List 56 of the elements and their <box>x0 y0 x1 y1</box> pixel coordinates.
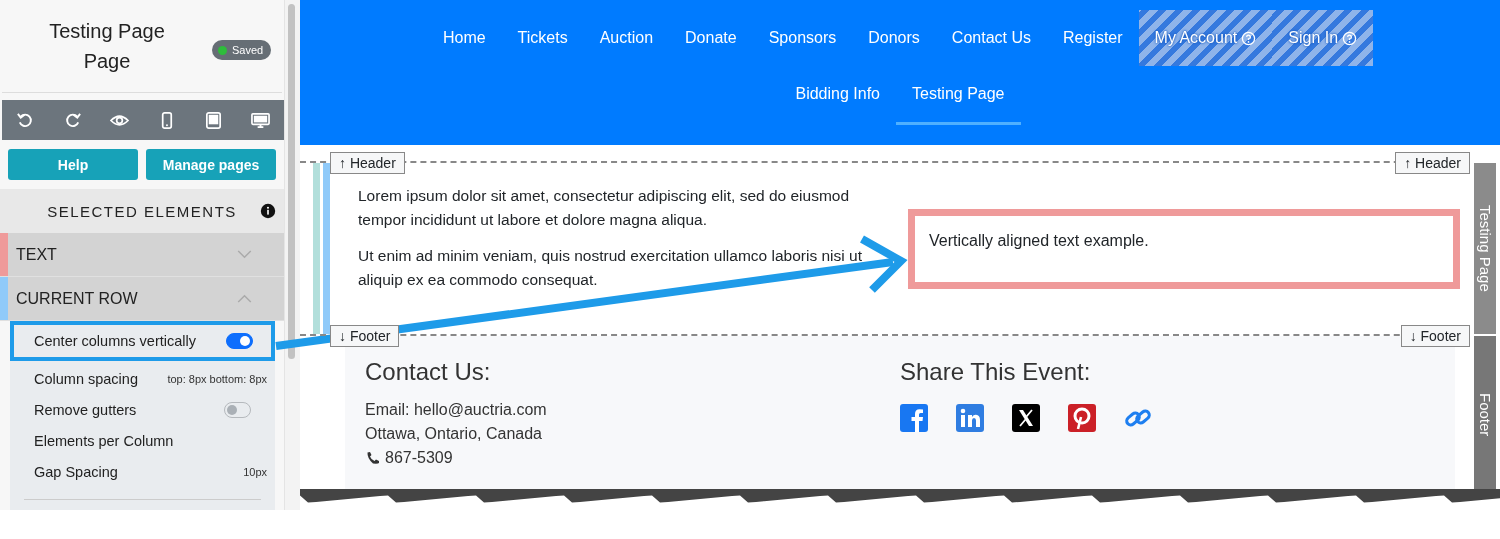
page-title: Testing Page Page <box>48 19 166 74</box>
nav-link[interactable]: Sponsors <box>752 10 853 66</box>
nav-link[interactable]: Testing Page <box>896 66 1021 125</box>
phone-text: 867-5309 <box>385 448 453 468</box>
paragraph: Ut enim ad minim veniam, quis nostrud exercitation ullamco laboris nisi ut aliquip ex ea commodo consequat. <box>358 246 863 290</box>
info-icon[interactable] <box>260 203 277 219</box>
setting-value: 10px <box>243 465 268 478</box>
header-marker[interactable]: ↑ Header <box>330 152 405 174</box>
nav-link[interactable]: Tickets <box>501 10 584 66</box>
setting-label: Gap Spacing <box>34 463 118 480</box>
footer-marker[interactable]: ↓ Footer <box>330 325 400 347</box>
setting-value: top: 8px bottom: 8px <box>167 372 268 385</box>
nav-link[interactable]: Donate <box>669 10 753 66</box>
nav-link[interactable]: Register <box>1046 10 1139 66</box>
help-icon <box>1342 30 1358 46</box>
footer-heading: Contact Us: <box>365 358 492 386</box>
sidebar-button[interactable]: Help <box>8 149 139 180</box>
address-text: Ottawa, Ontario, Canada <box>365 424 543 444</box>
accordion-header[interactable]: CURRENT ROW <box>0 277 285 321</box>
pinterest-icon[interactable] <box>1068 404 1096 432</box>
accordion-label: TEXT <box>16 245 58 264</box>
setting-label: Center columns vertically <box>34 333 196 349</box>
chevron-up-icon <box>237 294 253 303</box>
email-text: Email: hello@auctria.com <box>365 400 548 420</box>
phone-icon <box>365 450 381 466</box>
section-title: SELECTED ELEMENTS <box>47 202 237 220</box>
header-marker[interactable]: ↑ Header <box>1395 152 1470 174</box>
redo-icon[interactable] <box>63 110 82 130</box>
text-block[interactable]: Vertically aligned text example. <box>908 208 1460 289</box>
toggle-switch[interactable] <box>226 333 254 349</box>
x-icon[interactable] <box>1012 404 1040 432</box>
facebook-icon[interactable] <box>900 404 928 432</box>
tablet-icon[interactable] <box>204 110 223 130</box>
paragraph: Lorem ipsum dolor sit amet, consectetur adipiscing elit, sed do eiusmod tempor incididunt ut labore et dolore magna aliqua. <box>358 186 851 230</box>
side-tab[interactable]: Testing Page <box>1474 163 1496 334</box>
sidebar-button[interactable]: Manage pages <box>146 149 277 180</box>
nav-link[interactable]: Bidding Info <box>779 66 896 122</box>
setting-label: Column spacing <box>34 370 138 387</box>
status-badge: Saved <box>212 40 272 60</box>
footer-heading: Share This Event: <box>900 358 1092 386</box>
linkedin-icon[interactable] <box>956 404 984 432</box>
setting-label: Elements per Column <box>34 432 174 449</box>
nav-link[interactable]: Contact Us <box>935 10 1047 66</box>
setting-label: Remove gutters <box>34 401 137 418</box>
accordion-header[interactable]: TEXT <box>0 233 285 277</box>
undo-icon[interactable] <box>16 110 35 130</box>
nav-link[interactable]: Auction <box>583 10 670 66</box>
desktop-icon[interactable] <box>251 110 270 130</box>
scrollbar-thumb[interactable] <box>288 4 296 359</box>
nav-link[interactable]: Donors <box>852 10 936 66</box>
nav-link[interactable]: Home <box>426 10 502 66</box>
accordion-label: CURRENT ROW <box>16 289 139 308</box>
chevron-down-icon <box>237 250 253 259</box>
help-icon <box>1241 30 1257 46</box>
footer-marker[interactable]: ↓ Footer <box>1400 325 1470 347</box>
toggle-switch[interactable] <box>224 401 252 418</box>
